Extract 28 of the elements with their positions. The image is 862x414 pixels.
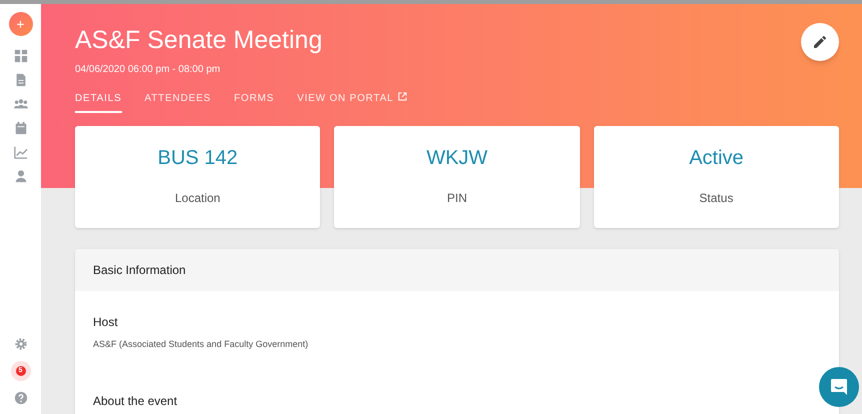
people-icon[interactable] (14, 97, 28, 111)
event-datetime: 04/06/2020 06:00 pm - 08:00 pm (75, 63, 222, 77)
tab[interactable]: FORMS (234, 91, 274, 113)
calendar-icon[interactable] (14, 121, 28, 135)
stat-label: Location (174, 190, 220, 207)
pencil-icon (812, 34, 828, 50)
chat-button[interactable] (819, 367, 859, 407)
tab[interactable]: VIEW ON PORTAL (297, 91, 407, 113)
stat-value: BUS 142 (158, 146, 238, 170)
section-header: Basic Information (75, 249, 839, 291)
add-button[interactable]: + (8, 12, 32, 36)
stat-label: Status (699, 190, 734, 207)
person-icon[interactable] (14, 169, 28, 183)
tab[interactable]: ATTENDEES (144, 91, 212, 113)
chat-icon (829, 377, 849, 397)
chart-icon[interactable] (14, 145, 28, 159)
stat-label: PIN (446, 190, 467, 207)
stat-value: Active (689, 146, 744, 170)
settings-icon[interactable] (14, 337, 28, 351)
tab[interactable]: DETAILS (75, 91, 122, 113)
field-value: AS&F (Associated Students and Faculty Government) (93, 338, 310, 351)
document-icon[interactable] (14, 73, 28, 87)
help-icon[interactable] (14, 391, 28, 405)
stat-value: WKJW (426, 146, 488, 170)
field-label: Host (93, 314, 119, 331)
event-title: AS&F Senate Meeting (75, 25, 322, 56)
dashboard-icon[interactable] (14, 49, 28, 63)
field-label: About the event (93, 392, 178, 410)
